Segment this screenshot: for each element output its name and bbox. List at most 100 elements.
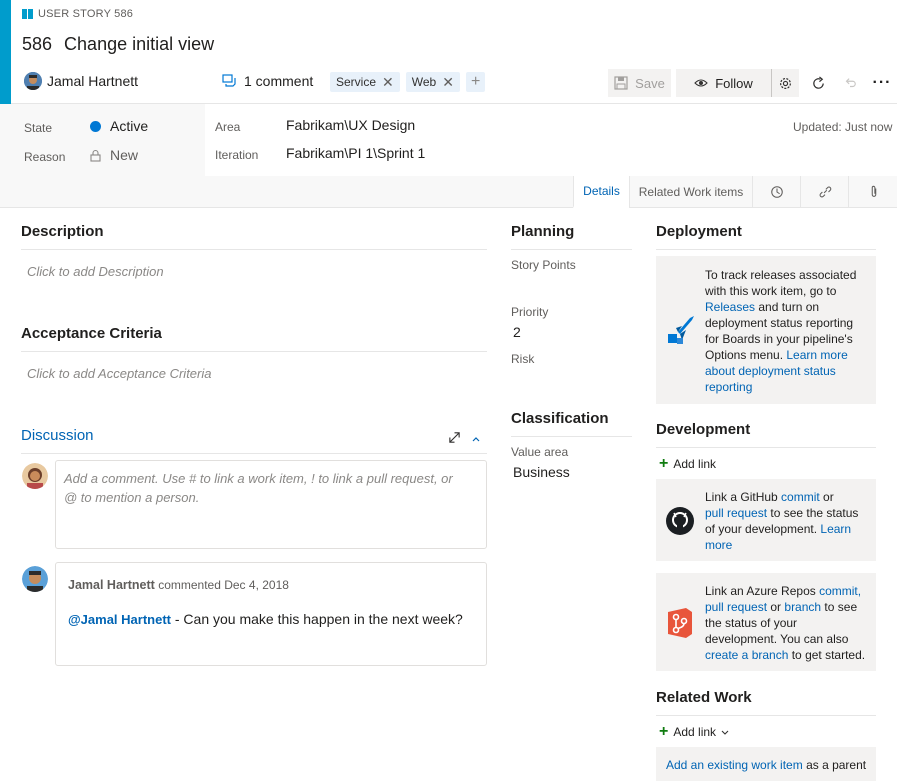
- reason-picker[interactable]: New: [90, 147, 138, 163]
- priority-value[interactable]: 2: [513, 324, 521, 340]
- tab-links[interactable]: [800, 176, 848, 208]
- acceptance-criteria-editor[interactable]: Click to add Acceptance Criteria: [27, 366, 212, 381]
- divider: [656, 715, 876, 716]
- work-item-type-color-bar: [0, 0, 11, 104]
- text-line: as a parent: [802, 758, 867, 772]
- paperclip-icon: [871, 185, 876, 197]
- text-line: development. You can also: [705, 632, 849, 646]
- divider: [656, 249, 876, 250]
- branch-link[interactable]: branch: [784, 600, 821, 614]
- commit-link[interactable]: commit: [781, 490, 820, 504]
- risk-label: Risk: [511, 352, 535, 366]
- tab-related-work-items[interactable]: Related Work items: [629, 176, 752, 208]
- chevron-up-icon[interactable]: [471, 432, 481, 447]
- tab-label: Details: [583, 184, 620, 198]
- divider: [656, 447, 876, 448]
- settings-button[interactable]: [771, 69, 799, 97]
- pull-request-link[interactable]: pull request: [705, 506, 767, 520]
- tab-history[interactable]: [752, 176, 800, 208]
- book-icon: [22, 9, 33, 19]
- comment-input[interactable]: Add a comment. Use # to link a work item…: [55, 460, 487, 549]
- story-points-input[interactable]: [511, 276, 626, 296]
- undo-icon: [845, 78, 856, 88]
- text-line: with this work item, go to: [705, 284, 837, 298]
- create-branch-link[interactable]: create a branch: [705, 648, 788, 662]
- state-picker[interactable]: Active: [90, 118, 148, 134]
- text-line: to get started.: [788, 648, 866, 662]
- value-area-value[interactable]: Business: [513, 464, 570, 480]
- story-points-label: Story Points: [511, 258, 576, 272]
- text-line: the status of your: [705, 616, 798, 630]
- save-button[interactable]: Save: [608, 69, 671, 97]
- area-label: Area: [215, 120, 241, 134]
- comment-meta: commented Dec 4, 2018: [158, 578, 289, 592]
- state-label: State: [24, 121, 53, 135]
- comments-count-link[interactable]: 1 comment: [222, 73, 313, 89]
- work-item-title[interactable]: Change initial view: [64, 34, 214, 55]
- tag-service[interactable]: Service ✕: [330, 72, 400, 92]
- add-existing-parent-link[interactable]: Add an existing work item: [666, 758, 803, 772]
- discussion-title[interactable]: Discussion: [21, 427, 94, 444]
- rocket-icon: [666, 314, 696, 350]
- comment-placeholder-line: @ to mention a person.: [64, 490, 200, 505]
- divider: [21, 351, 487, 352]
- development-add-link-button[interactable]: + Add link: [659, 455, 717, 472]
- comment-author[interactable]: Jamal Hartnett: [68, 578, 155, 592]
- text-line: To track releases associated: [705, 268, 857, 282]
- value-area-label: Value area: [511, 445, 569, 459]
- tags-list: Service ✕ Web ✕ +: [330, 72, 486, 92]
- comment-icon: [222, 74, 236, 87]
- divider: [511, 436, 632, 437]
- related-work-add-link-button[interactable]: + Add link: [659, 723, 729, 740]
- azure-repos-card: Link an Azure Repos commit, pull request…: [656, 573, 876, 671]
- remove-tag-icon[interactable]: ✕: [442, 74, 454, 91]
- gear-icon: [780, 77, 791, 89]
- avatar: [22, 463, 48, 489]
- tab-attachments[interactable]: [848, 176, 897, 208]
- planning-title: Planning: [511, 223, 575, 240]
- learn-more-link[interactable]: Learn: [820, 522, 851, 536]
- text-line: and turn on: [755, 300, 820, 314]
- divider: [21, 249, 487, 250]
- mention-link[interactable]: @Jamal Hartnett: [68, 612, 171, 627]
- tag-web[interactable]: Web ✕: [405, 72, 460, 92]
- learn-more-link[interactable]: reporting: [705, 379, 856, 395]
- comment-text: - Can you make this happen in the next w…: [170, 611, 463, 627]
- learn-more-link[interactable]: about deployment status: [705, 363, 856, 379]
- related-work-card: Add an existing work item as a parent: [656, 747, 876, 781]
- work-item-type: USER STORY 586: [22, 8, 133, 20]
- page-tabs: Details Related Work items: [573, 176, 897, 208]
- iteration-value[interactable]: Fabrikam\PI 1\Sprint 1: [286, 145, 425, 161]
- deployment-title: Deployment: [656, 223, 742, 240]
- add-link-label: Add link: [673, 457, 717, 471]
- comment-header: Jamal Hartnett commented Dec 4, 2018: [68, 578, 289, 592]
- learn-more-link[interactable]: Learn more: [786, 348, 847, 362]
- add-tag-button[interactable]: +: [465, 72, 486, 92]
- refresh-icon: [812, 75, 824, 89]
- remove-tag-icon[interactable]: ✕: [382, 74, 394, 91]
- tab-details[interactable]: Details: [573, 176, 629, 208]
- plus-icon: +: [659, 723, 669, 740]
- assignee-picker[interactable]: Jamal Hartnett: [24, 72, 138, 90]
- risk-picker[interactable]: [511, 370, 626, 390]
- pull-request-link[interactable]: pull request: [705, 600, 767, 614]
- commit-link[interactable]: commit,: [819, 584, 861, 598]
- refresh-button[interactable]: [806, 69, 830, 97]
- area-value[interactable]: Fabrikam\UX Design: [286, 117, 415, 133]
- tag-label: Web: [411, 75, 437, 89]
- ellipsis-icon: ···: [872, 74, 892, 91]
- plus-icon: +: [659, 455, 669, 472]
- text-line: or: [819, 490, 834, 504]
- text-line: Link an Azure Repos: [705, 584, 820, 598]
- learn-more-link[interactable]: more: [705, 537, 858, 553]
- description-editor[interactable]: Click to add Description: [27, 264, 164, 279]
- follow-button[interactable]: Follow: [676, 69, 771, 97]
- more-actions-button[interactable]: ···: [870, 69, 894, 97]
- expand-icon[interactable]: [448, 431, 461, 447]
- fields-panel: [205, 104, 897, 176]
- text-line: to see: [821, 600, 858, 614]
- undo-button[interactable]: [838, 69, 862, 97]
- save-label: Save: [635, 75, 665, 91]
- releases-link[interactable]: Releases: [705, 300, 755, 314]
- state-dot-icon: [90, 120, 101, 132]
